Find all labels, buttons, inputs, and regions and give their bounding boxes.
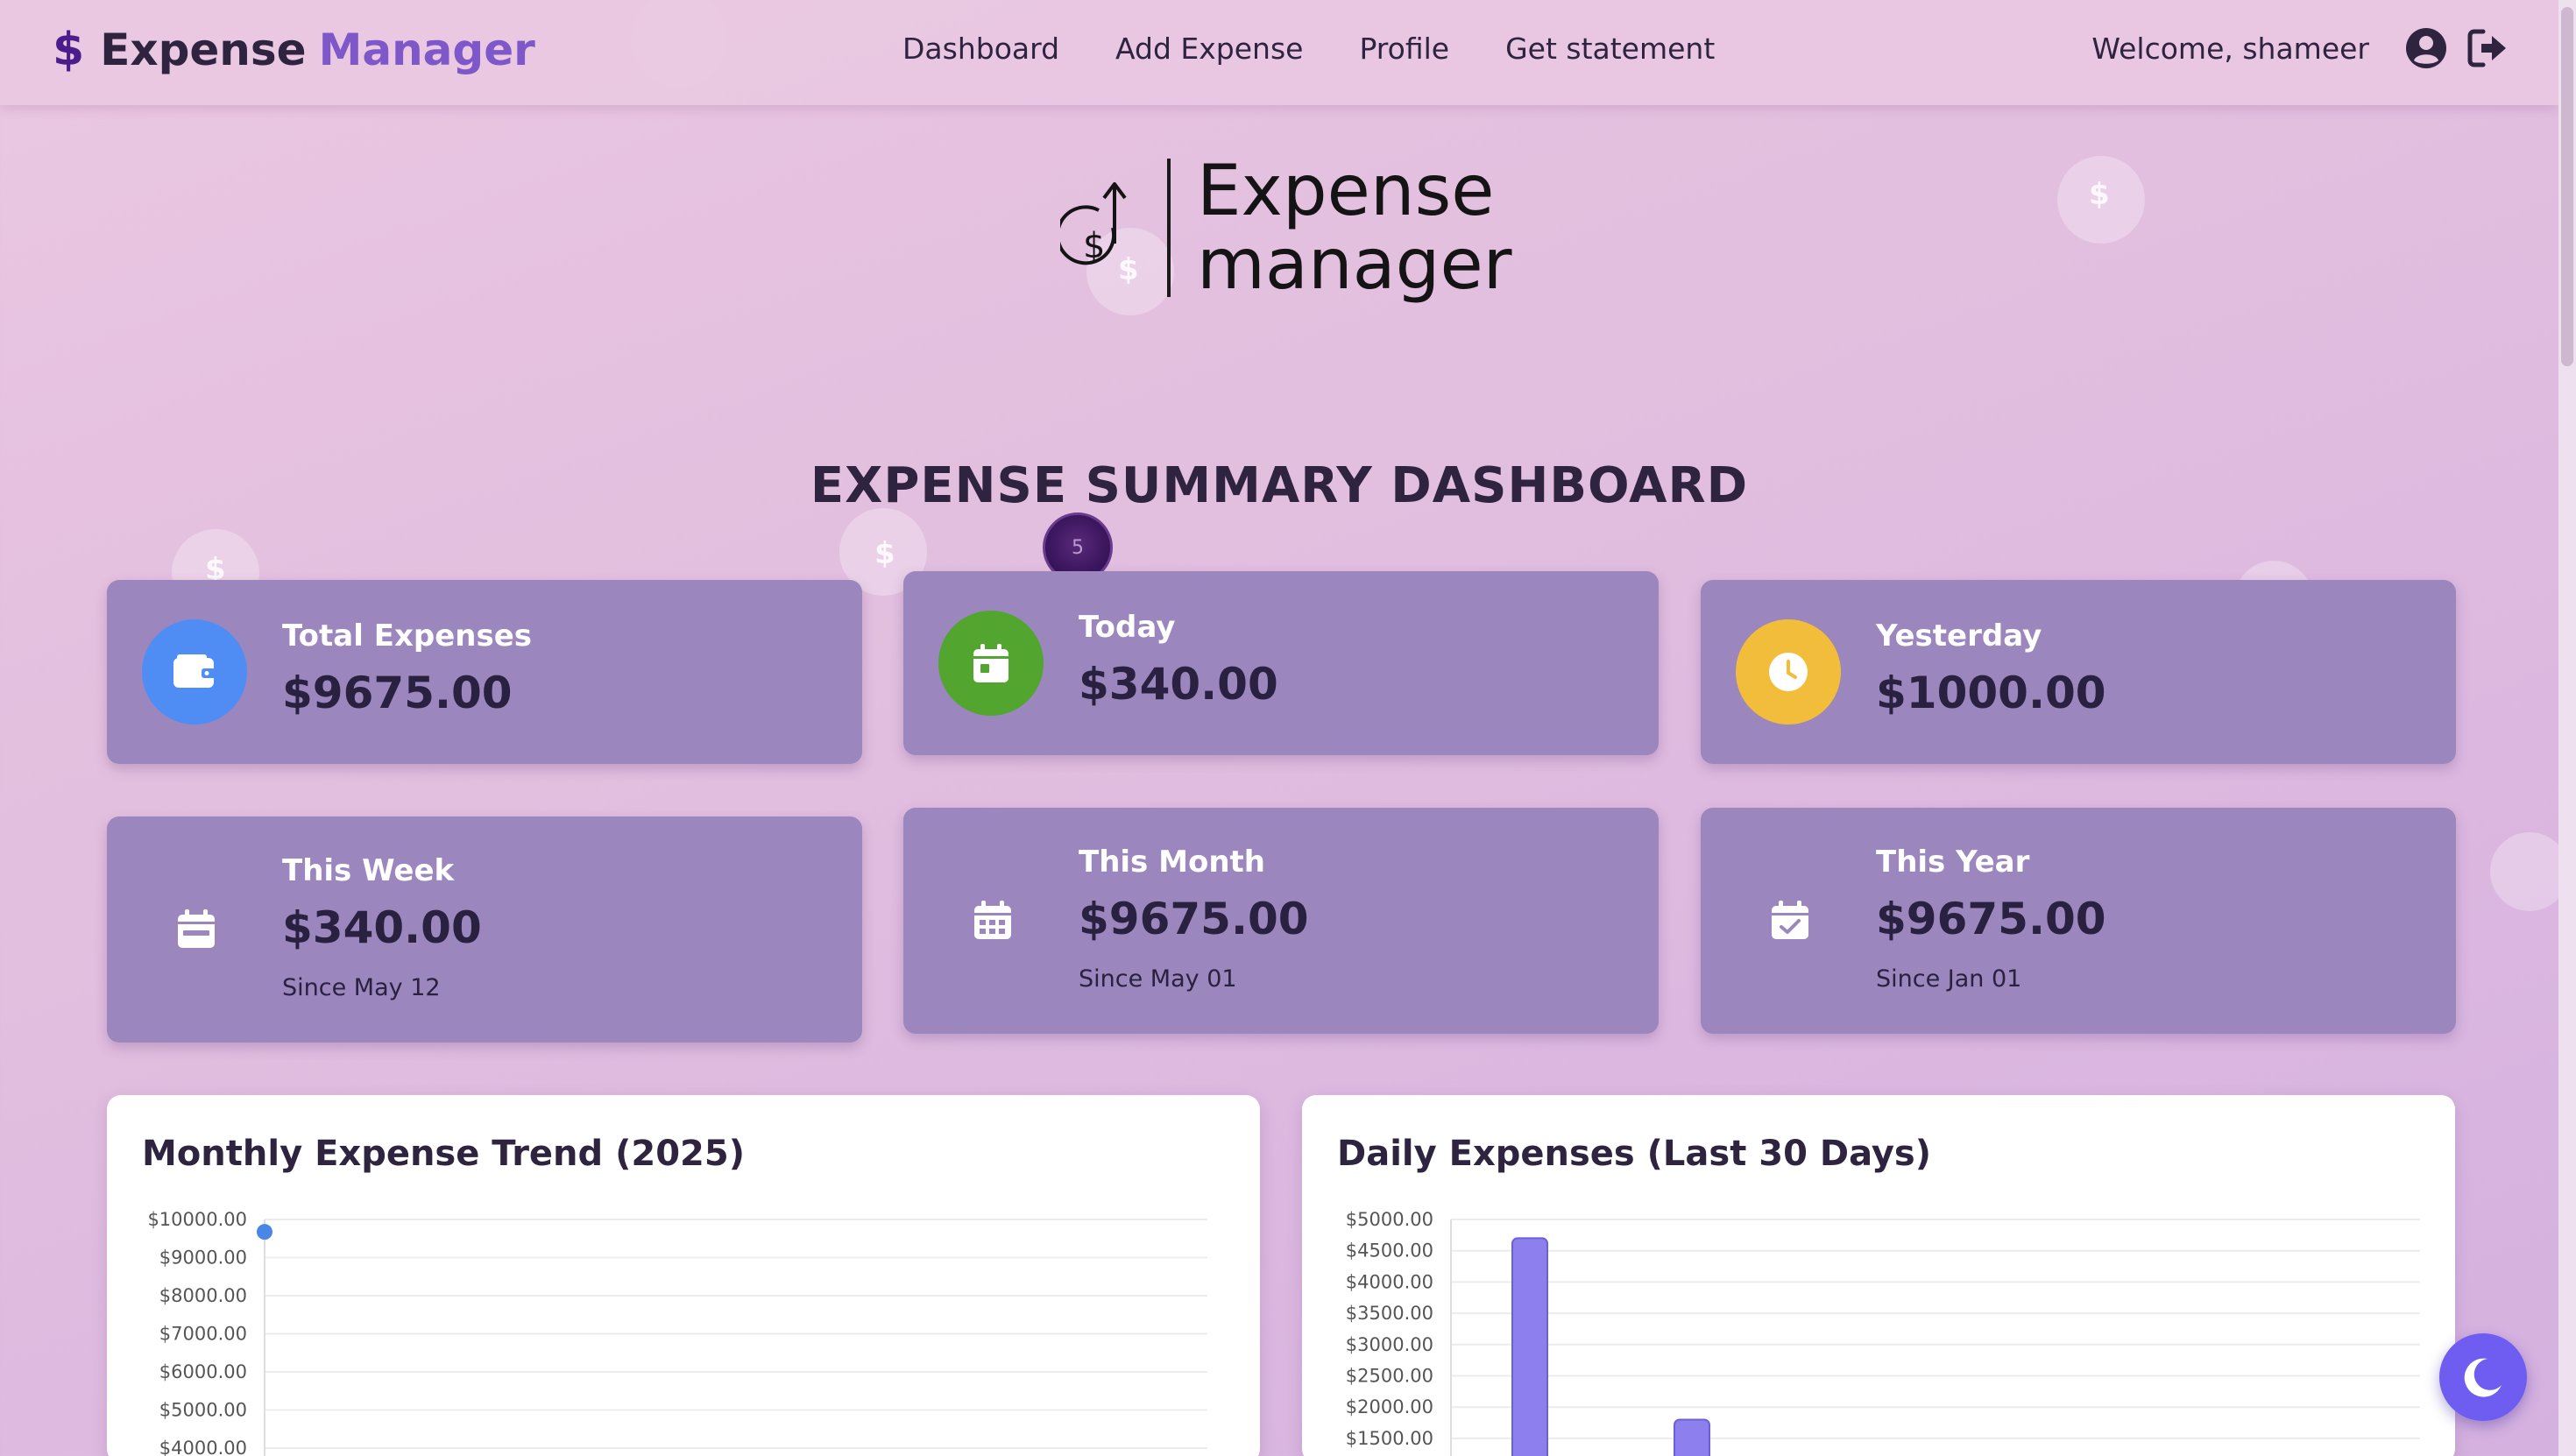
card-this-month: This Month $9675.00 Since May 01 xyxy=(903,808,1659,1034)
card-icon-bg xyxy=(1736,619,1841,724)
nav-user-area: Welcome, shameer xyxy=(2091,26,2509,70)
logo-divider xyxy=(1167,159,1171,297)
card-today: Today $340.00 xyxy=(903,571,1659,755)
decor-dollar-glyph: $ xyxy=(2089,177,2110,212)
theme-toggle-button[interactable] xyxy=(2439,1333,2527,1421)
card-yesterday: Yesterday $1000.00 xyxy=(1701,580,2456,764)
monthly-trend-chart[interactable]: $10000.00 $9000.00 $8000.00 $7000.00 $6000.0… xyxy=(107,1095,1260,1456)
app-logo: $ Expense manager xyxy=(1060,154,1512,301)
logo-text: Expense manager xyxy=(1197,154,1512,301)
y-tick-label: $7000.00 xyxy=(159,1324,247,1345)
card-label: Today xyxy=(1079,610,1176,645)
decor-dollar-glyph: $ xyxy=(874,536,895,571)
card-value: $9675.00 xyxy=(1079,894,1309,944)
daily-expenses-panel: Daily Expenses (Last 30 Days) $5000.00 $4… xyxy=(1302,1095,2455,1456)
page-title: EXPENSE SUMMARY DASHBOARD xyxy=(810,457,1749,514)
data-bar xyxy=(1511,1237,1548,1456)
card-value: $1000.00 xyxy=(1876,668,2106,718)
user-circle-icon[interactable] xyxy=(2404,26,2448,70)
nav-link-get-statement[interactable]: Get statement xyxy=(1505,32,1715,66)
card-label: Total Expenses xyxy=(282,618,533,654)
data-point xyxy=(257,1224,272,1240)
card-label: This Month xyxy=(1079,845,1265,880)
cursor-indicator-label: 5 xyxy=(1072,536,1084,559)
y-tick-label: $3500.00 xyxy=(1346,1303,1433,1324)
nav-links: Dashboard Add Expense Profile Get statem… xyxy=(902,32,1715,66)
page-scrollbar[interactable] xyxy=(2558,0,2576,1456)
y-tick-label: $4000.00 xyxy=(1346,1271,1433,1292)
daily-expenses-chart[interactable]: $5000.00 $4500.00 $4000.00 $3500.00 $3000.00… xyxy=(1302,1095,2455,1456)
logout-icon[interactable] xyxy=(2466,26,2509,70)
brand-name-first: Expense xyxy=(100,25,307,75)
moon-icon xyxy=(2464,1358,2502,1397)
calendar-day-icon xyxy=(973,644,1008,682)
card-label: Yesterday xyxy=(1876,618,2042,654)
card-label: This Year xyxy=(1876,845,2030,880)
card-label: This Week xyxy=(282,853,455,888)
decor-bubble xyxy=(2490,832,2569,911)
y-tick-label: $3000.00 xyxy=(1346,1334,1433,1355)
logo-text-line1: Expense xyxy=(1197,150,1495,231)
card-icon-bg xyxy=(938,611,1044,716)
card-value: $9675.00 xyxy=(282,668,513,718)
y-tick-label: $5000.00 xyxy=(159,1400,247,1421)
y-tick-label: $4000.00 xyxy=(159,1438,247,1456)
y-tick-label: $8000.00 xyxy=(159,1285,247,1306)
nav-link-add-expense[interactable]: Add Expense xyxy=(1115,32,1303,66)
logo-text-line2: manager xyxy=(1197,223,1512,305)
calendar-week-icon xyxy=(178,909,215,948)
y-tick-label: $4500.00 xyxy=(1346,1240,1433,1262)
card-this-week: This Week $340.00 Since May 12 xyxy=(107,816,862,1043)
card-icon-bg xyxy=(142,619,247,724)
clock-icon xyxy=(1769,653,1808,691)
svg-text:$: $ xyxy=(1083,226,1105,266)
nav-link-profile[interactable]: Profile xyxy=(1359,32,1449,66)
card-since-date: Since Jan 01 xyxy=(1876,965,2022,993)
y-tick-label: $9000.00 xyxy=(159,1247,247,1269)
dollar-up-arrow-icon: $ xyxy=(1060,182,1127,266)
welcome-text: Welcome, shameer xyxy=(2091,31,2369,66)
y-tick-label: $6000.00 xyxy=(159,1361,247,1382)
y-tick-label: $10000.00 xyxy=(147,1209,247,1230)
y-tick-label: $2000.00 xyxy=(1346,1396,1433,1417)
dollar-icon: $ xyxy=(53,24,85,76)
top-navbar: $ Expense Manager Dashboard Add Expense … xyxy=(0,0,2558,105)
nav-link-dashboard[interactable]: Dashboard xyxy=(902,32,1059,66)
card-value: $340.00 xyxy=(1079,659,1278,710)
card-since-date: Since May 12 xyxy=(282,974,441,1001)
card-since-date: Since May 01 xyxy=(1079,965,1237,993)
wallet-icon xyxy=(173,654,216,688)
card-total-expenses: Total Expenses $9675.00 xyxy=(107,580,862,764)
card-value: $340.00 xyxy=(282,902,482,953)
scrollbar-thumb[interactable] xyxy=(2561,7,2573,366)
calendar-check-icon xyxy=(1772,901,1808,939)
y-tick-label: $5000.00 xyxy=(1346,1209,1433,1230)
brand-name-second: Manager xyxy=(318,25,535,75)
brand-logo[interactable]: $ Expense Manager xyxy=(53,25,535,75)
data-bar xyxy=(1674,1418,1710,1456)
y-tick-label: $1500.00 xyxy=(1346,1428,1433,1449)
y-tick-label: $2500.00 xyxy=(1346,1366,1433,1387)
calendar-month-icon xyxy=(974,901,1011,939)
card-value: $9675.00 xyxy=(1876,894,2106,944)
card-this-year: This Year $9675.00 Since Jan 01 xyxy=(1701,808,2456,1034)
monthly-trend-panel: Monthly Expense Trend (2025) $10000.00 $9… xyxy=(107,1095,1260,1456)
